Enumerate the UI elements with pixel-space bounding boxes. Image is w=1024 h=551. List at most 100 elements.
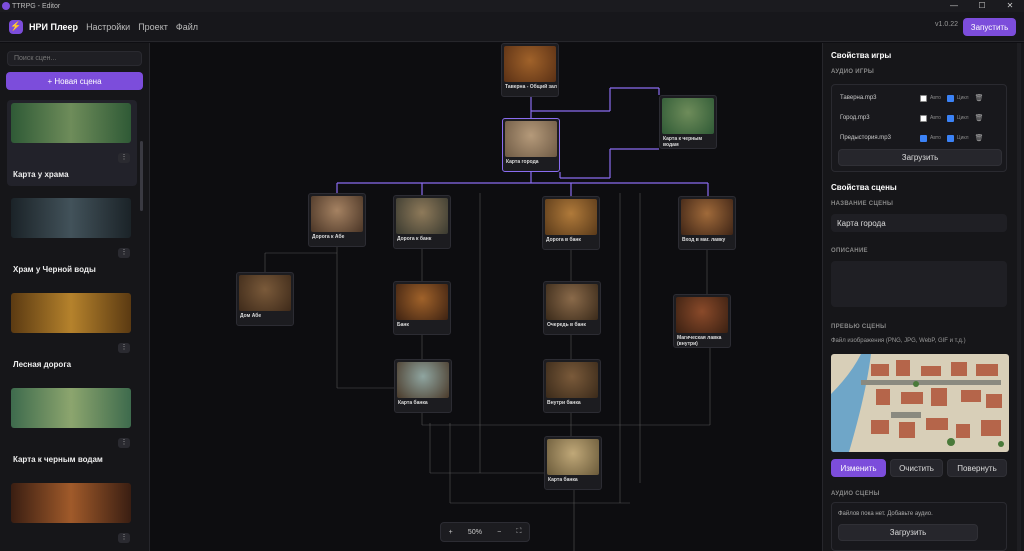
scene-node[interactable]: Вход в маг. лавку — [678, 196, 736, 250]
scene-name-input[interactable]: Карта города — [831, 214, 1007, 232]
auto-checkbox[interactable] — [920, 94, 927, 102]
scene-more-icon[interactable]: ⋮ — [118, 248, 130, 258]
scene-more-icon[interactable]: ⋮ — [118, 343, 130, 353]
scene-name: Карта к черным водам — [13, 455, 103, 464]
scene-list-panel: + Новая сцена ⋮ Карта у храма ⋮ Храм у Ч… — [0, 43, 150, 551]
scene-node-image — [239, 275, 291, 311]
game-audio-heading: АУДИО ИГРЫ — [831, 69, 875, 75]
scene-list-item[interactable]: ⋮ Лесная дорога — [7, 290, 137, 376]
scene-node-image — [311, 196, 363, 232]
loop-label: Цикл — [956, 115, 969, 121]
loop-checkbox[interactable] — [946, 114, 954, 122]
scene-node-label: Магическая лавка (внутри) — [677, 335, 722, 347]
scene-node-label: Карта банка — [398, 400, 428, 406]
scene-list-scrollbar[interactable] — [140, 141, 143, 211]
scene-node[interactable]: Карта к черным водам — [659, 95, 717, 149]
scene-node-image — [505, 121, 557, 157]
scene-node[interactable]: Внутри банка — [543, 359, 601, 413]
loop-label: Цикл — [956, 95, 969, 101]
scene-name-label: НАЗВАНИЕ СЦЕНЫ — [831, 201, 894, 207]
version-label: v1.0.22 — [935, 21, 958, 28]
scene-node-label: Карта к черным водам — [663, 136, 703, 148]
scene-node[interactable]: Карта города — [502, 118, 560, 172]
scene-node[interactable]: Карта банка — [544, 436, 602, 490]
scene-node[interactable]: Таверна - Общий зал — [501, 43, 559, 97]
window-title: TTRPG - Editor — [12, 2, 61, 10]
upload-game-audio-button[interactable]: Загрузить — [838, 149, 1002, 166]
scene-node[interactable]: Дорога в банк — [542, 196, 600, 250]
change-preview-button[interactable]: Изменить — [831, 459, 886, 477]
menu-file[interactable]: Файл — [176, 22, 198, 32]
scene-node-label: Очередь в банк — [547, 322, 586, 328]
scene-thumbnail — [11, 103, 131, 143]
brand-icon: ⚡ — [9, 19, 23, 34]
scene-node-image — [681, 199, 733, 235]
trash-icon[interactable]: 🗑 — [975, 134, 984, 142]
description-label: ОПИСАНИЕ — [831, 248, 868, 254]
zoom-out-icon[interactable]: − — [497, 529, 501, 536]
auto-checkbox[interactable] — [920, 134, 927, 142]
scene-node-label: Дорога к Абе — [312, 234, 345, 240]
scene-more-icon[interactable]: ⋮ — [118, 533, 130, 543]
scene-node-image — [662, 98, 714, 134]
scene-node-image — [545, 199, 597, 235]
fit-view-icon[interactable]: ⛶ — [516, 528, 521, 536]
scene-name: Лесная дорога — [13, 360, 72, 369]
description-textarea[interactable] — [831, 261, 1007, 307]
close-icon[interactable]: ✕ — [996, 0, 1024, 12]
scene-node-image — [504, 46, 556, 82]
rotate-preview-button[interactable]: Повернуть — [947, 459, 1007, 477]
scene-graph-canvas[interactable]: Таверна - Общий зал Карта города Карта к… — [150, 43, 822, 551]
preview-label: ПРЕВЬЮ СЦЕНЫ — [831, 324, 887, 330]
scene-node[interactable]: Карта банка — [394, 359, 452, 413]
scene-more-icon[interactable]: ⋮ — [118, 153, 130, 163]
main-menu: Настройки Проект Файл — [86, 22, 206, 32]
scene-node[interactable]: Банк — [393, 281, 451, 335]
run-button[interactable]: Запустить — [963, 18, 1016, 36]
properties-scrollbar[interactable] — [1017, 43, 1021, 551]
scene-more-icon[interactable]: ⋮ — [118, 438, 130, 448]
scene-node[interactable]: Дорога к Абе — [308, 193, 366, 247]
maximize-icon[interactable]: ☐ — [968, 0, 996, 12]
audio-row: Город.mp3 Авто Цикл 🗑 — [840, 111, 1005, 125]
scene-node-label: Дом Абе — [240, 313, 262, 319]
properties-panel: Свойства игры АУДИО ИГРЫ Таверна.mp3 Авт… — [822, 43, 1024, 551]
audio-filename: Город.mp3 — [840, 115, 870, 121]
zoom-in-icon[interactable]: + — [449, 529, 453, 536]
scene-list-item[interactable]: ⋮ Карта у храма — [7, 100, 137, 186]
scene-props-heading: Свойства сцены — [831, 183, 897, 192]
scene-thumbnail — [11, 388, 131, 428]
loop-checkbox[interactable] — [946, 134, 954, 142]
scene-node-label: Таверна - Общий зал — [505, 84, 557, 90]
scene-node-image — [396, 198, 448, 234]
scene-node[interactable]: Дорога к банк — [393, 195, 451, 249]
menu-settings[interactable]: Настройки — [86, 22, 130, 32]
upload-scene-audio-button[interactable]: Загрузить — [838, 524, 978, 541]
new-scene-button[interactable]: + Новая сцена — [6, 72, 143, 90]
minimize-icon[interactable]: — — [940, 0, 968, 12]
trash-icon[interactable]: 🗑 — [975, 94, 984, 102]
scene-node-image — [676, 297, 728, 333]
auto-label: Авто — [930, 115, 941, 121]
scene-node[interactable]: Очередь в банк — [543, 281, 601, 335]
scene-list-item[interactable]: ⋮ — [7, 480, 137, 551]
clear-preview-button[interactable]: Очистить — [890, 459, 943, 477]
menu-project[interactable]: Проект — [138, 22, 168, 32]
loop-checkbox[interactable] — [946, 94, 954, 102]
audio-row: Предыстория.mp3 Авто Цикл 🗑 — [840, 131, 1005, 145]
scene-name: Карта у храма — [13, 170, 69, 179]
scene-search-input[interactable] — [7, 51, 142, 66]
scene-node-label: Внутри банка — [547, 400, 581, 406]
audio-row: Таверна.mp3 Авто Цикл 🗑 — [840, 91, 1005, 105]
scene-thumbnail — [11, 293, 131, 333]
zoom-level: 50% — [467, 528, 482, 536]
audio-filename: Таверна.mp3 — [840, 95, 877, 101]
scene-list-item[interactable]: ⋮ Карта к черным водам — [7, 385, 137, 471]
scene-node[interactable]: Дом Абе — [236, 272, 294, 326]
trash-icon[interactable]: 🗑 — [975, 114, 984, 122]
window-titlebar: TTRPG - Editor — ☐ ✕ — [0, 0, 1024, 12]
auto-checkbox[interactable] — [920, 114, 927, 122]
scene-list-item[interactable]: ⋮ Храм у Черной воды — [7, 195, 137, 281]
scene-node[interactable]: Магическая лавка (внутри) — [673, 294, 731, 348]
loop-label: Цикл — [956, 135, 969, 141]
